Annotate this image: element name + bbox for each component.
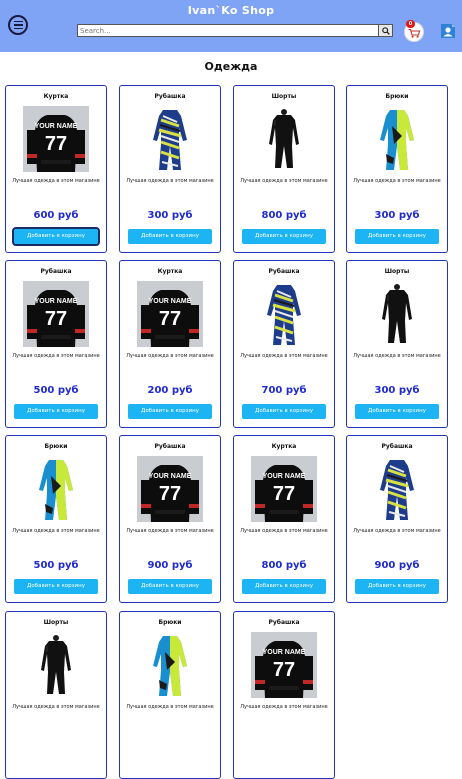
product-name: Рубашка: [381, 443, 413, 450]
svg-text:77: 77: [45, 308, 67, 330]
svg-text:77: 77: [159, 483, 181, 505]
product-price: 300 руб: [374, 210, 420, 221]
svg-text:YOUR NAME: YOUR NAME: [263, 649, 306, 656]
svg-text:YOUR NAME: YOUR NAME: [35, 298, 78, 305]
product-card: Брюки Лучшая одежда в этом магазине: [119, 611, 221, 779]
add-to-cart-button[interactable]: Добавить в корзину: [242, 229, 326, 244]
product-description: Лучшая одежда в этом магазине: [240, 353, 328, 359]
product-card: Шорты Лучшая одежда в этом магазине: [5, 611, 107, 779]
add-to-cart-button[interactable]: Добавить в корзину: [14, 404, 98, 419]
svg-text:77: 77: [159, 308, 181, 330]
product-price: 500 руб: [33, 385, 79, 396]
svg-text:77: 77: [45, 133, 67, 155]
product-card: Рубашка YOUR NAME 77 Лучшая одежда в этом м…: [233, 611, 335, 779]
product-name: Рубашка: [154, 93, 186, 100]
product-grid: Куртка YOUR NAME 77 Лучшая одежда в этом ма…: [0, 0, 462, 779]
add-to-cart-button[interactable]: Добавить в корзину: [355, 404, 439, 419]
product-name: Куртка: [43, 93, 69, 100]
product-name: Шорты: [384, 268, 410, 275]
product-description: Лучшая одежда в этом магазине: [126, 704, 214, 710]
product-price: 800 руб: [261, 210, 307, 221]
product-card: Куртка YOUR NAME 77 Лучшая одежда в этом ма…: [119, 260, 221, 428]
product-card: Рубашка Лучшая одежда в этом магазине 900 …: [346, 435, 448, 603]
product-description: Лучшая одежда в этом магазине: [353, 178, 441, 184]
product-description: Лучшая одежда в этом магазине: [240, 704, 328, 710]
product-image[interactable]: YOUR NAME 77: [137, 281, 203, 347]
product-image[interactable]: YOUR NAME 77: [23, 281, 89, 347]
product-name: Брюки: [385, 93, 409, 100]
product-image[interactable]: [23, 632, 89, 698]
product-card: Шорты Лучшая одежда в этом магазине 800 ру…: [233, 85, 335, 253]
product-image[interactable]: [364, 281, 430, 347]
product-card: Куртка YOUR NAME 77 Лучшая одежда в этом ма…: [5, 85, 107, 253]
product-card: Брюки Лучшая одежда в этом магазине 500 ру…: [5, 435, 107, 603]
product-name: Куртка: [271, 443, 297, 450]
product-price: 600 руб: [33, 210, 79, 221]
product-description: Лучшая одежда в этом магазине: [12, 178, 100, 184]
product-card: Брюки Лучшая одежда в этом магазине 300 ру…: [346, 85, 448, 253]
add-to-cart-button[interactable]: Добавить в корзину: [128, 229, 212, 244]
svg-text:YOUR NAME: YOUR NAME: [149, 473, 192, 480]
product-description: Лучшая одежда в этом магазине: [353, 353, 441, 359]
product-price: 300 руб: [374, 385, 420, 396]
product-image[interactable]: [137, 106, 203, 172]
product-name: Рубашка: [154, 443, 186, 450]
product-name: Рубашка: [268, 268, 300, 275]
add-to-cart-button[interactable]: Добавить в корзину: [14, 579, 98, 594]
svg-text:YOUR NAME: YOUR NAME: [35, 123, 78, 130]
product-description: Лучшая одежда в этом магазине: [12, 528, 100, 534]
product-name: Шорты: [43, 619, 69, 626]
add-to-cart-button[interactable]: Добавить в корзину: [128, 404, 212, 419]
product-card: Рубашка Лучшая одежда в этом магазине 700 …: [233, 260, 335, 428]
product-card: Куртка YOUR NAME 77 Лучшая одежда в этом ма…: [233, 435, 335, 603]
product-description: Лучшая одежда в этом магазине: [126, 528, 214, 534]
svg-text:77: 77: [273, 659, 295, 681]
product-card: Рубашка YOUR NAME 77 Лучшая одежда в этом м…: [5, 260, 107, 428]
product-card: Рубашка Лучшая одежда в этом магазине 300 …: [119, 85, 221, 253]
product-name: Брюки: [44, 443, 68, 450]
product-description: Лучшая одежда в этом магазине: [12, 704, 100, 710]
product-image[interactable]: [251, 106, 317, 172]
product-image[interactable]: YOUR NAME 77: [137, 456, 203, 522]
product-price: 700 руб: [261, 385, 307, 396]
product-description: Лучшая одежда в этом магазине: [240, 528, 328, 534]
product-card: Шорты Лучшая одежда в этом магазине 300 ру…: [346, 260, 448, 428]
product-description: Лучшая одежда в этом магазине: [240, 178, 328, 184]
product-description: Лучшая одежда в этом магазине: [126, 353, 214, 359]
add-to-cart-button[interactable]: Добавить в корзину: [242, 404, 326, 419]
product-card: Рубашка YOUR NAME 77 Лучшая одежда в этом м…: [119, 435, 221, 603]
product-name: Брюки: [158, 619, 182, 626]
product-image[interactable]: YOUR NAME 77: [251, 632, 317, 698]
product-price: 200 руб: [147, 385, 193, 396]
add-to-cart-button[interactable]: Добавить в корзину: [355, 579, 439, 594]
svg-text:YOUR NAME: YOUR NAME: [149, 298, 192, 305]
add-to-cart-button[interactable]: Добавить в корзину: [355, 229, 439, 244]
svg-text:YOUR NAME: YOUR NAME: [263, 473, 306, 480]
product-image[interactable]: YOUR NAME 77: [23, 106, 89, 172]
product-image[interactable]: [364, 456, 430, 522]
product-name: Куртка: [157, 268, 183, 275]
product-image[interactable]: [23, 456, 89, 522]
product-description: Лучшая одежда в этом магазине: [126, 178, 214, 184]
add-to-cart-button[interactable]: Добавить в корзину: [128, 579, 212, 594]
product-price: 500 руб: [33, 560, 79, 571]
product-price: 300 руб: [147, 210, 193, 221]
product-price: 900 руб: [374, 560, 420, 571]
add-to-cart-button[interactable]: Добавить в корзину: [12, 227, 100, 246]
product-name: Рубашка: [40, 268, 72, 275]
product-name: Рубашка: [268, 619, 300, 626]
product-price: 800 руб: [261, 560, 307, 571]
product-image[interactable]: [364, 106, 430, 172]
product-description: Лучшая одежда в этом магазине: [353, 528, 441, 534]
product-image[interactable]: YOUR NAME 77: [251, 456, 317, 522]
product-image[interactable]: [251, 281, 317, 347]
product-image[interactable]: [137, 632, 203, 698]
product-price: 900 руб: [147, 560, 193, 571]
svg-text:77: 77: [273, 483, 295, 505]
product-name: Шорты: [271, 93, 297, 100]
product-description: Лучшая одежда в этом магазине: [12, 353, 100, 359]
add-to-cart-button[interactable]: Добавить в корзину: [242, 579, 326, 594]
